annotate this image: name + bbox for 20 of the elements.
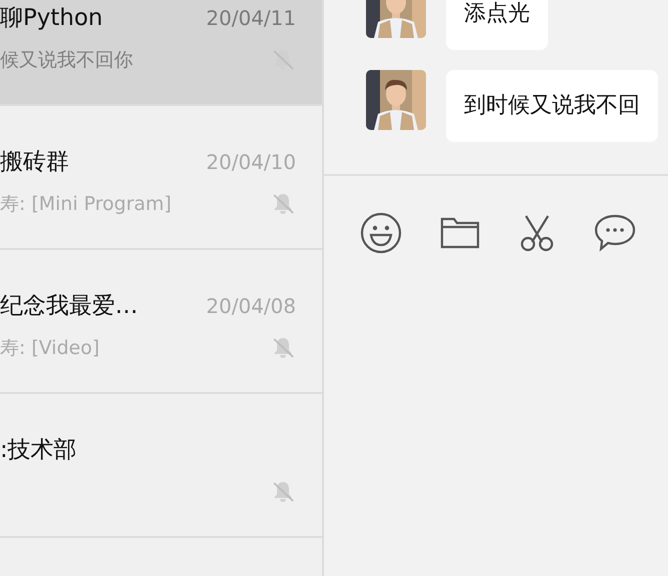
chat-date: 20/04/10 (206, 150, 296, 174)
message-bubble: 到时候又说我不回 (446, 70, 658, 142)
chat-item[interactable]: :技术部 (0, 394, 322, 538)
chat-item[interactable]: 纪念我最爱… 20/04/08 寿: [Video] (0, 250, 322, 394)
chat-name: 聊Python (0, 4, 103, 33)
folder-icon[interactable] (440, 216, 480, 250)
chat-date: 20/04/08 (206, 294, 296, 318)
emoji-icon[interactable] (360, 212, 402, 254)
chat-name: 纪念我最爱… (0, 292, 138, 321)
message-bubble: 添点光 (446, 0, 548, 50)
chat-name: :技术部 (0, 436, 77, 465)
chat-bubble-icon[interactable] (594, 214, 636, 252)
chat-item[interactable]: 聊Python 20/04/11 候又说我不回你 (0, 0, 322, 106)
chat-date: 20/04/11 (206, 6, 296, 30)
message-preview: 候又说我不回你 (0, 48, 133, 73)
message-preview: 寿: [Mini Program] (0, 192, 172, 217)
chat-name: 搬砖群 (0, 148, 69, 177)
message-preview: 寿: [Video] (0, 336, 100, 361)
chat-item[interactable]: 搬砖群 20/04/10 寿: [Mini Program] (0, 106, 322, 250)
scissors-icon[interactable] (518, 214, 556, 252)
